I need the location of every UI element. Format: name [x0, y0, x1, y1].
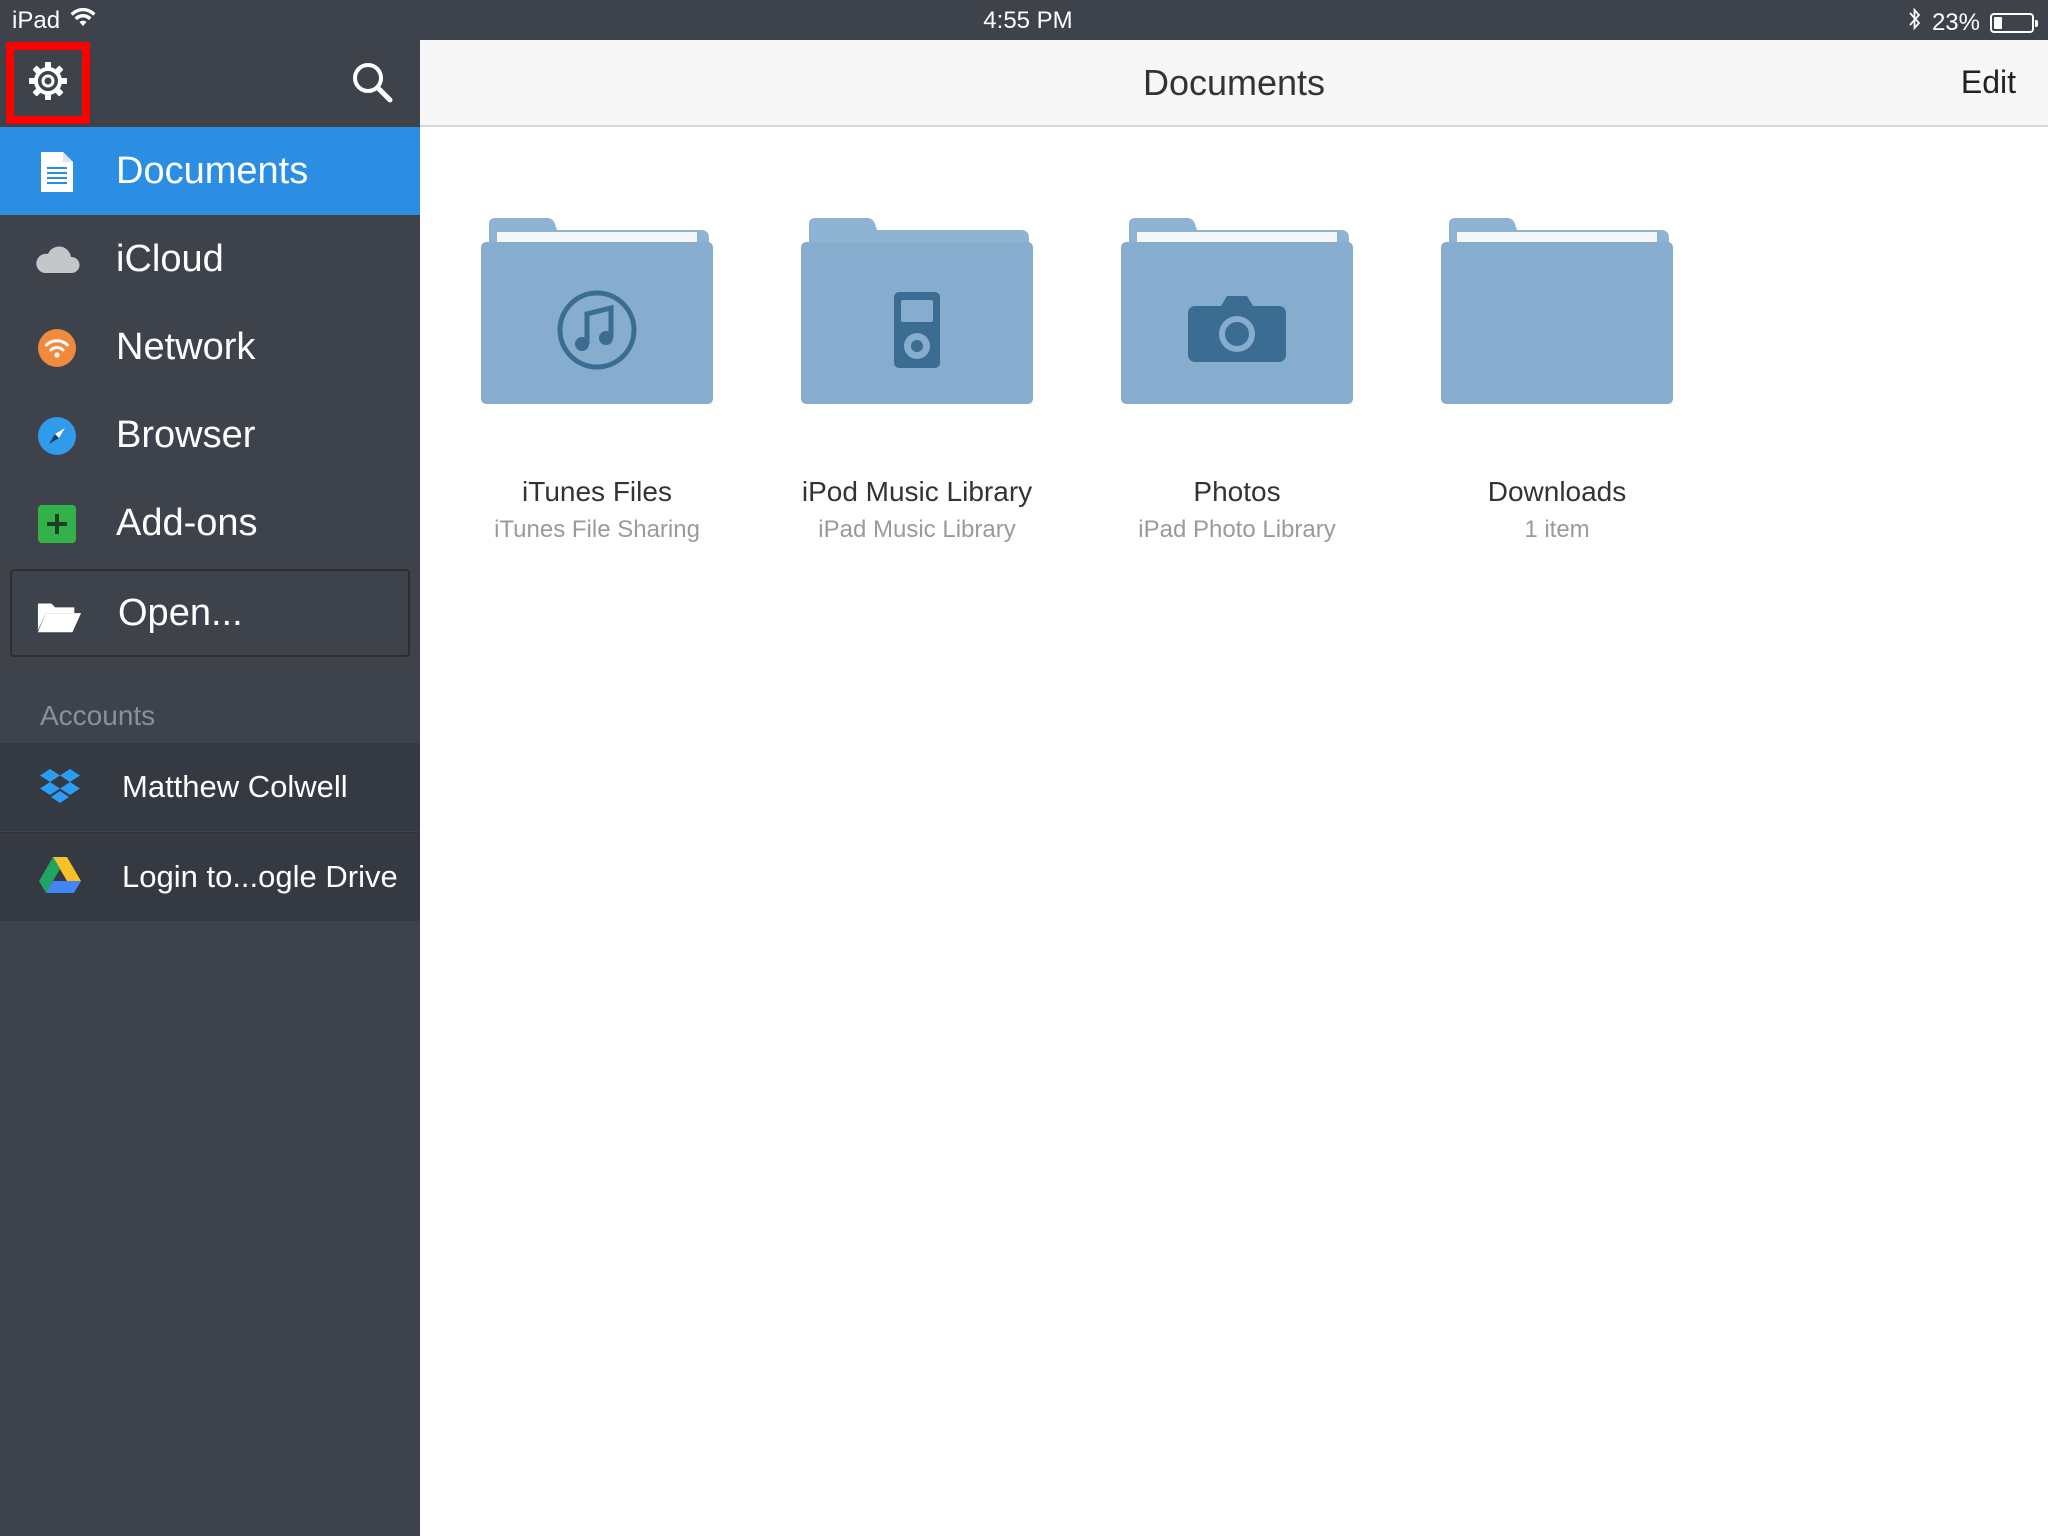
page-title: Documents	[1142, 62, 1326, 103]
folder-photos[interactable]: Photos iPad Photo Library	[1087, 210, 1387, 570]
sidebar-item-add-ons[interactable]: Add-ons	[0, 479, 420, 567]
document-icon	[34, 149, 80, 195]
google-drive-icon	[38, 855, 82, 899]
ipod-icon	[894, 292, 940, 368]
battery-icon	[1990, 12, 2038, 33]
battery-percent: 23%	[1931, 8, 1980, 36]
sidebar-item-icloud[interactable]: iCloud	[0, 215, 420, 303]
cloud-icon	[34, 237, 80, 283]
folder-subtitle: iPad Music Library	[818, 516, 1016, 543]
account-dropbox[interactable]: Matthew Colwell	[0, 743, 420, 831]
folder-subtitle: iTunes File Sharing	[494, 516, 700, 543]
compass-icon	[34, 413, 80, 459]
sidebar-toolbar	[0, 40, 420, 127]
folder-icon	[481, 218, 713, 404]
account-google-drive[interactable]: Login to...ogle Drive	[0, 832, 420, 921]
folder-name: Downloads	[1487, 476, 1627, 507]
folder-subtitle: iPad Photo Library	[1138, 516, 1336, 543]
edit-button[interactable]: Edit	[1961, 64, 2016, 101]
plus-icon	[34, 501, 80, 547]
sidebar-item-browser[interactable]: Browser	[0, 391, 420, 479]
main-header: Documents Edit	[420, 40, 2048, 127]
sidebar-item-network[interactable]: Network	[0, 303, 420, 391]
account-label: Login to...ogle Drive	[122, 859, 398, 894]
sidebar-item-label: Add-ons	[116, 501, 258, 544]
battery-level	[1994, 16, 2002, 29]
accounts-header: Accounts	[40, 700, 156, 731]
bluetooth-icon	[1908, 7, 1922, 38]
sidebar-item-open[interactable]: Open...	[10, 569, 410, 657]
gear-icon	[26, 59, 70, 108]
search-icon	[350, 63, 394, 108]
settings-button[interactable]	[6, 42, 90, 124]
folder-downloads[interactable]: Downloads 1 item	[1407, 210, 1707, 570]
folder-ipod-music-library[interactable]: iPod Music Library iPad Music Library	[767, 210, 1067, 570]
search-button[interactable]	[350, 60, 398, 108]
clock: 4:55 PM	[983, 7, 1073, 34]
sidebar-item-label: Browser	[116, 413, 256, 456]
folder-name: iTunes Files	[522, 476, 672, 507]
folder-icon	[1121, 218, 1353, 404]
folder-name: iPod Music Library	[801, 476, 1033, 507]
folder-name: Photos	[1193, 476, 1281, 507]
sidebar-item-label: Documents	[116, 149, 309, 192]
folder-icon	[1441, 218, 1673, 404]
network-icon	[34, 325, 80, 371]
status-bar: iPad 4:55 PM 23%	[0, 0, 2048, 40]
sidebar-item-label: Network	[116, 325, 256, 368]
folder-subtitle: 1 item	[1524, 516, 1590, 543]
folder-itunes-files[interactable]: iTunes Files iTunes File Sharing	[447, 210, 747, 570]
folder-icon	[801, 218, 1033, 404]
dropbox-icon	[38, 765, 82, 809]
sidebar-item-label: iCloud	[116, 237, 224, 280]
sidebar: Documents iCloud Network Browser Add-ons…	[0, 40, 420, 1536]
folder-open-icon	[36, 593, 82, 639]
sidebar-item-label: Open...	[118, 591, 243, 634]
account-label: Matthew Colwell	[122, 769, 348, 804]
sidebar-item-documents[interactable]: Documents	[0, 127, 420, 215]
